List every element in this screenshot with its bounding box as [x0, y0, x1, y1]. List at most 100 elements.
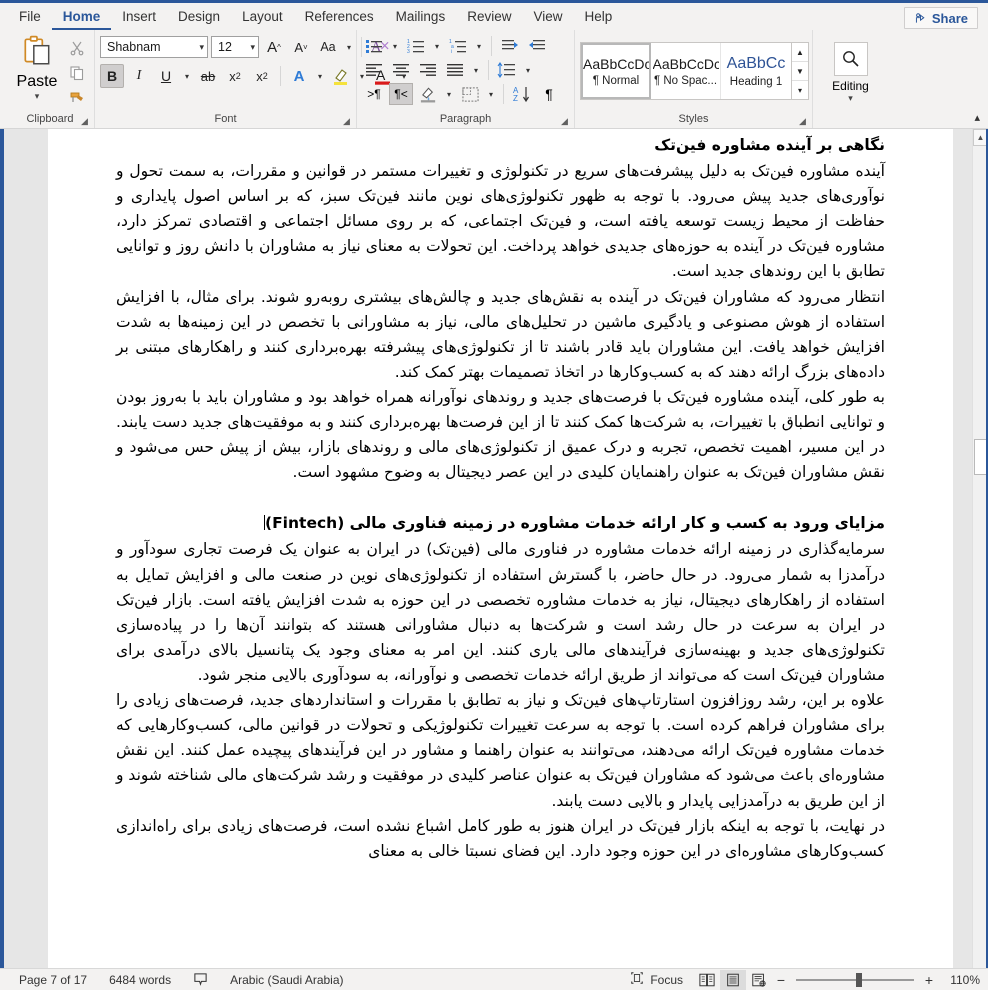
chevron-down-icon[interactable]: ▾ — [181, 72, 193, 81]
grow-font-icon[interactable]: A ^ — [262, 35, 286, 59]
chevron-down-icon[interactable]: ▾ — [470, 66, 482, 75]
styles-dialog-launcher[interactable]: ◢ — [799, 116, 810, 127]
print-layout-icon[interactable] — [720, 969, 746, 990]
tab-layout[interactable]: Layout — [231, 3, 294, 30]
zoom-level[interactable]: 110% — [938, 973, 980, 987]
shrink-font-icon[interactable]: A ˅ — [289, 35, 313, 59]
more-styles-icon[interactable]: ▾ — [792, 81, 808, 99]
chevron-down-icon[interactable]: ▾ — [389, 42, 401, 51]
ribbon-group-editing: Editing ▾ — [812, 30, 888, 128]
justify-icon[interactable] — [443, 59, 467, 81]
paragraph-group-label: Paragraph — [439, 113, 492, 125]
shading-icon[interactable] — [416, 83, 440, 105]
zoom-out-button[interactable]: − — [772, 972, 790, 988]
line-spacing-icon[interactable] — [495, 59, 519, 81]
chevron-down-icon[interactable]: ▾ — [443, 90, 455, 99]
status-right-cluster: Focus − + 110% — [619, 969, 980, 990]
word-count[interactable]: 6484 words — [98, 973, 182, 987]
tab-design[interactable]: Design — [167, 3, 231, 30]
show-marks-icon[interactable]: ¶ — [537, 83, 561, 105]
ltr-text-direction-icon[interactable]: >¶ — [362, 83, 386, 105]
tab-references[interactable]: References — [294, 3, 385, 30]
clipboard-dialog-launcher[interactable]: ◢ — [81, 116, 92, 127]
tab-help[interactable]: Help — [574, 3, 624, 30]
zoom-slider[interactable] — [796, 970, 914, 990]
language-indicator[interactable]: Arabic (Saudi Arabia) — [219, 973, 354, 987]
align-center-icon[interactable] — [389, 59, 413, 81]
chevron-down-icon[interactable]: ▾ — [473, 42, 485, 51]
sort-icon[interactable]: AZ — [510, 83, 534, 105]
tab-mailings[interactable]: Mailings — [385, 3, 457, 30]
focus-icon — [630, 971, 644, 988]
editing-button[interactable]: Editing ▾ — [823, 40, 879, 103]
zoom-slider-thumb[interactable] — [856, 972, 862, 987]
align-right-icon[interactable] — [416, 59, 440, 81]
style-heading-1[interactable]: AaBbCс Heading 1 — [721, 43, 791, 99]
tab-view[interactable]: View — [522, 3, 573, 30]
read-mode-icon[interactable] — [694, 970, 720, 990]
divider — [503, 84, 504, 104]
paragraph-dialog-launcher[interactable]: ◢ — [561, 116, 572, 127]
ribbon-group-clipboard: Paste ▾ Clipboard ◢ — [6, 30, 94, 128]
multilevel-list-icon[interactable]: 1ai — [446, 35, 470, 57]
bullets-icon[interactable] — [362, 35, 386, 57]
scroll-up-icon[interactable]: ▲ — [792, 43, 808, 62]
chevron-down-icon: ▾ — [199, 41, 204, 52]
status-bar: Page 7 of 17 6484 words Arabic (Saudi Ar… — [0, 968, 988, 990]
paste-button[interactable]: Paste ▾ — [11, 34, 63, 101]
share-button[interactable]: Share — [903, 7, 978, 29]
document-work-area: نگاهی بر آینده مشاوره فین‌تک آینده مشاور… — [0, 129, 988, 968]
styles-gallery: AaBbCcDc ¶ Normal AaBbCcDc ¶ No Spac... … — [580, 42, 809, 100]
increase-indent-icon[interactable] — [525, 35, 549, 57]
document-page[interactable]: نگاهی بر آینده مشاوره فین‌تک آینده مشاور… — [48, 129, 953, 968]
subscript-button[interactable]: x2 — [223, 64, 247, 88]
decrease-indent-icon[interactable] — [498, 35, 522, 57]
change-case-icon[interactable]: Aa — [316, 35, 340, 59]
style-no-spacing[interactable]: AaBbCcDc ¶ No Spac... — [651, 43, 721, 99]
format-painter-icon[interactable] — [66, 87, 88, 109]
align-left-icon[interactable] — [362, 59, 386, 81]
zoom-slider-track — [796, 978, 914, 981]
chevron-down-icon[interactable]: ▾ — [485, 90, 497, 99]
web-layout-icon[interactable] — [746, 970, 772, 990]
font-dialog-launcher[interactable]: ◢ — [343, 116, 354, 127]
tab-insert[interactable]: Insert — [111, 3, 167, 30]
borders-icon[interactable] — [458, 83, 482, 105]
font-size-value: 12 — [218, 40, 232, 54]
superscript-button[interactable]: x2 — [250, 64, 274, 88]
chevron-down-icon[interactable]: ▾ — [35, 92, 40, 101]
text-effects-icon[interactable]: A — [287, 64, 311, 88]
highlight-icon[interactable] — [329, 64, 353, 88]
numbering-icon[interactable]: 123 — [404, 35, 428, 57]
tab-home[interactable]: Home — [51, 3, 112, 30]
scroll-down-icon[interactable]: ▼ — [792, 62, 808, 81]
paragraph-3: به طور کلی، آینده مشاوره فین‌تک با فرصت‌… — [116, 388, 885, 482]
paragraph-5: علاوه بر این، رشد روزافزون استارتاپ‌های … — [116, 691, 885, 810]
strikethrough-button[interactable]: ab — [196, 64, 220, 88]
underline-button[interactable]: U — [154, 64, 178, 88]
editing-label: Editing — [832, 79, 869, 93]
chevron-down-icon[interactable]: ▾ — [431, 42, 443, 51]
rtl-text-direction-icon[interactable]: ¶< — [389, 83, 413, 105]
bold-button[interactable]: B — [100, 64, 124, 88]
vertical-scrollbar[interactable]: ▲ — [972, 129, 988, 968]
copy-icon[interactable] — [66, 62, 88, 84]
divider — [488, 60, 489, 80]
chevron-down-icon[interactable]: ▾ — [343, 43, 355, 52]
proofing-errors-icon[interactable] — [182, 972, 219, 987]
tab-review[interactable]: Review — [456, 3, 522, 30]
zoom-in-button[interactable]: + — [920, 972, 938, 988]
focus-mode-button[interactable]: Focus — [619, 971, 694, 988]
italic-button[interactable]: I — [127, 64, 151, 88]
cut-scissors-icon[interactable] — [66, 37, 88, 59]
tab-file[interactable]: File — [8, 3, 52, 30]
font-name-value: Shabnam — [107, 40, 161, 54]
chevron-down-icon[interactable]: ▾ — [522, 66, 534, 75]
chevron-down-icon[interactable]: ▾ — [848, 94, 853, 103]
font-size-combo[interactable]: 12 ▾ — [211, 36, 259, 58]
style-normal[interactable]: AaBbCcDc ¶ Normal — [581, 43, 651, 99]
page-indicator[interactable]: Page 7 of 17 — [8, 973, 98, 987]
font-name-combo[interactable]: Shabnam ▾ — [100, 36, 208, 58]
chevron-down-icon[interactable]: ▾ — [314, 72, 326, 81]
collapse-ribbon-icon[interactable]: ▴ — [974, 111, 980, 124]
